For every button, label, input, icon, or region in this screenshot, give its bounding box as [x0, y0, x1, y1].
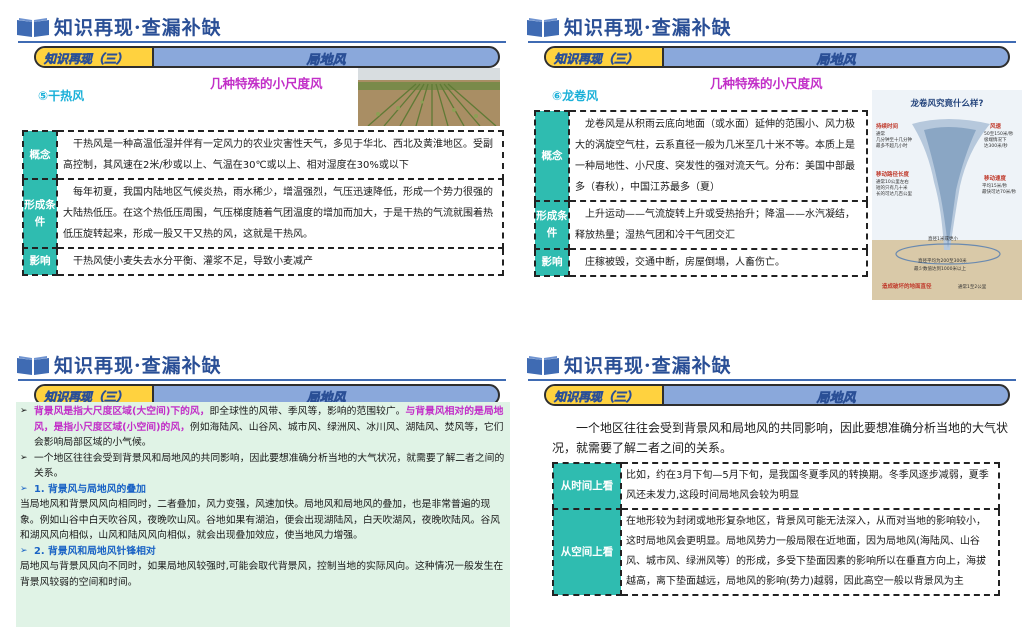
info-table: 概念 龙卷风是从积雨云底向地面（或水面）延伸的范围小、风力极大的涡旋空气柱，云系…: [534, 110, 868, 277]
header-divider: [528, 41, 1016, 43]
table-row: 概念 干热风是一种高温低湿并伴有一定风力的农业灾害性天气，多见于华北、西北及黄淮…: [22, 130, 504, 180]
relationship-table: 从时间上看 比如，约在3月下旬—5月下旬，是我国冬夏季风的转换期。冬季风逐步减弱…: [552, 462, 1000, 596]
svg-text:极端情况下: 极端情况下: [984, 136, 1007, 143]
row-label: 概念: [22, 130, 58, 180]
info-table: 概念 干热风是一种高温低湿并伴有一定风力的农业灾害性天气，多见于华北、西北及黄淮…: [22, 130, 504, 276]
subtitle: 几种特殊的小尺度风: [210, 76, 323, 91]
header-divider: [18, 379, 506, 381]
row-text: 庄稼被毁，交通中断，房屋倒塌，人畜伤亡。: [568, 248, 868, 277]
section-banner: 知识再现（三） 局地风: [34, 46, 500, 68]
row-label: 影响: [534, 248, 570, 277]
row-text: 比如，约在3月下旬—5月下旬，是我国冬夏季风的转换期。冬季风逐步减弱，夏季风还未…: [620, 462, 1000, 510]
row-text: 干热风是一种高温低湿并伴有一定风力的农业灾害性天气，多见于华北、西北及黄淮地区。…: [56, 130, 504, 180]
svg-text:最快可达70米/秒: 最快可达70米/秒: [982, 188, 1017, 195]
section-banner: 知识再现（三） 局地风: [544, 384, 1010, 406]
item-label: ⑤干热风: [38, 89, 85, 103]
table-row: 从空间上看 在地形较为封闭或地形复杂地区，背景风可能无法深入，从而对当地的影响较…: [552, 508, 1000, 596]
panel-wind-relationship: 知识再现·查漏补缺 知识再现（三） 局地风 一个地区往往会受到背景风和局地风的共…: [524, 348, 1021, 627]
panel-dry-hot-wind: 知识再现·查漏补缺 知识再现（三） 局地风 几种特殊的小尺度风 ⑤干热风 概念 …: [14, 10, 511, 310]
wheat-field-photo: [358, 68, 500, 126]
svg-text:通常10公里左右: 通常10公里左右: [876, 178, 909, 185]
svg-text:达300米/秒: 达300米/秒: [984, 142, 1008, 149]
table-row: 影响 干热风使小麦失去水分平衡、灌浆不足，导致小麦减产: [22, 247, 504, 276]
header-title: 知识再现·查漏补缺: [564, 355, 732, 377]
row-text: 上升运动——气流旋转上升或受热抬升；降温——水汽凝结，释放热量；湿热气团和冷干气…: [568, 200, 868, 250]
svg-text:通常1至2公里: 通常1至2公里: [958, 283, 987, 290]
section-heading: 1. 背景风与局地风的叠加: [20, 482, 506, 498]
table-row: 形成条件 上升运动——气流旋转上升或受热抬升；降温——水汽凝结，释放热量；湿热气…: [534, 200, 868, 250]
row-label: 形成条件: [22, 178, 58, 249]
svg-text:最多不超几小时: 最多不超几小时: [876, 142, 908, 149]
row-label: 影响: [22, 247, 58, 276]
svg-text:风速: 风速: [990, 122, 1002, 130]
body-paragraph: 当局地风和背景风风向相同时，二者叠加，风力变强，风速加快。局地风和局地风的叠加，…: [20, 499, 501, 541]
item-label: ⑥龙卷风: [552, 89, 599, 103]
book-icon: [17, 356, 49, 375]
section-header: 知识再现·查漏补缺: [14, 348, 506, 382]
table-row: 形成条件 每年初夏，我国内陆地区气候炎热，雨水稀少，增温强烈，气压迅速降低，形成…: [22, 178, 504, 249]
section-header: 知识再现·查漏补缺: [14, 10, 506, 44]
banner-right-label: 局地风: [816, 53, 856, 68]
header-divider: [18, 41, 506, 43]
table-row: 影响 庄稼被毁，交通中断，房屋倒塌，人畜伤亡。: [534, 248, 868, 277]
banner-right-label: 局地风: [306, 53, 346, 68]
header-title: 知识再现·查漏补缺: [54, 17, 222, 39]
svg-text:通常: 通常: [876, 130, 885, 137]
infographic-title: 龙卷风究竟什么样?: [910, 98, 984, 109]
svg-text:长的可达几百公里: 长的可达几百公里: [876, 190, 912, 197]
book-icon: [527, 18, 559, 37]
row-text: 在地形较为封闭或地形复杂地区，背景风可能无法深入，从而对当地的影响较小，这时局地…: [620, 508, 1000, 596]
book-icon: [527, 356, 559, 375]
banner-left-label: 知识再现（三）: [554, 390, 639, 404]
panel-background-wind: 知识再现·查漏补缺 知识再现（三） 局地风 背景风是指大尺度区域(大空间)下的风…: [14, 348, 511, 627]
svg-text:移动速度: 移动速度: [984, 174, 1007, 182]
section-header: 知识再现·查漏补缺: [524, 348, 1016, 382]
subtitle: 几种特殊的小尺度风: [710, 76, 823, 91]
book-icon: [17, 18, 49, 37]
row-text: 龙卷风是从积雨云底向地面（或水面）延伸的范围小、风力极大的涡旋空气柱，云系直径一…: [568, 110, 868, 202]
svg-text:最少数值达到1000米以上: 最少数值达到1000米以上: [914, 265, 966, 272]
row-label: 概念: [534, 110, 570, 202]
svg-text:平均15米/秒: 平均15米/秒: [982, 182, 1008, 189]
bullet-paragraph: 一个地区往往会受到背景风和局地风的共同影响，因此要想准确分析当地的大气状况，就需…: [20, 451, 506, 482]
table-row: 概念 龙卷风是从积雨云底向地面（或水面）延伸的范围小、风力极大的涡旋空气柱，云系…: [534, 110, 868, 202]
svg-text:几分钟至十几分钟: 几分钟至十几分钟: [876, 136, 912, 143]
banner-left-label: 知识再现（三）: [554, 52, 639, 66]
row-text: 每年初夏，我国内陆地区气候炎热，雨水稀少，增温强烈，气压迅速降低，形成一个势力很…: [56, 178, 504, 249]
banner-right-label: 局地风: [816, 391, 856, 406]
bullet-paragraph: 背景风是指大尺度区域(大空间)下的风，即全球性的风带、季风等，影响的范围较广。与…: [20, 404, 506, 451]
banner-left-label: 知识再现（三）: [44, 52, 129, 66]
svg-text:直径平均为200至300米: 直径平均为200至300米: [918, 257, 967, 264]
svg-text:直径1米或更小: 直径1米或更小: [928, 235, 958, 242]
section-header: 知识再现·查漏补缺: [524, 10, 1016, 44]
svg-text:短的只有几十米: 短的只有几十米: [876, 184, 908, 191]
svg-text:造成破坏的地面直径: 造成破坏的地面直径: [882, 282, 932, 290]
body-paragraph: 局地风与背景风风向不同时，如果局地风较强时,可能会取代背景风，控制当地的实际风向…: [20, 561, 504, 588]
header-title: 知识再现·查漏补缺: [564, 17, 732, 39]
table-row: 从时间上看 比如，约在3月下旬—5月下旬，是我国冬夏季风的转换期。冬季风逐步减弱…: [552, 462, 1000, 510]
svg-text:50至150米/秒: 50至150米/秒: [984, 130, 1014, 137]
svg-text:移动路径长度: 移动路径长度: [876, 170, 910, 178]
row-label: 形成条件: [534, 200, 570, 250]
header-divider: [528, 379, 1016, 381]
section-heading: 2. 背景风和局地风针锋相对: [20, 544, 506, 560]
panel-tornado: 知识再现·查漏补缺 知识再现（三） 局地风 几种特殊的小尺度风 ⑥龙卷风 概念 …: [524, 10, 1022, 310]
tornado-infographic: 龙卷风究竟什么样? 持续时间 通常 几分钟至十几分钟 最多不超几小时 风速 50…: [872, 90, 1022, 300]
section-banner: 知识再现（三） 局地风: [544, 46, 1010, 68]
row-text: 干热风使小麦失去水分平衡、灌浆不足，导致小麦减产: [56, 247, 504, 276]
svg-text:持续时间: 持续时间: [876, 122, 899, 130]
row-label: 从空间上看: [552, 508, 622, 596]
notes-box: 背景风是指大尺度区域(大空间)下的风，即全球性的风带、季风等，影响的范围较广。与…: [16, 402, 510, 627]
row-label: 从时间上看: [552, 462, 622, 510]
intro-paragraph: 一个地区往往会受到背景风和局地风的共同影响，因此要想准确分析当地的大气状况，就需…: [552, 421, 1009, 455]
header-title: 知识再现·查漏补缺: [54, 355, 222, 377]
